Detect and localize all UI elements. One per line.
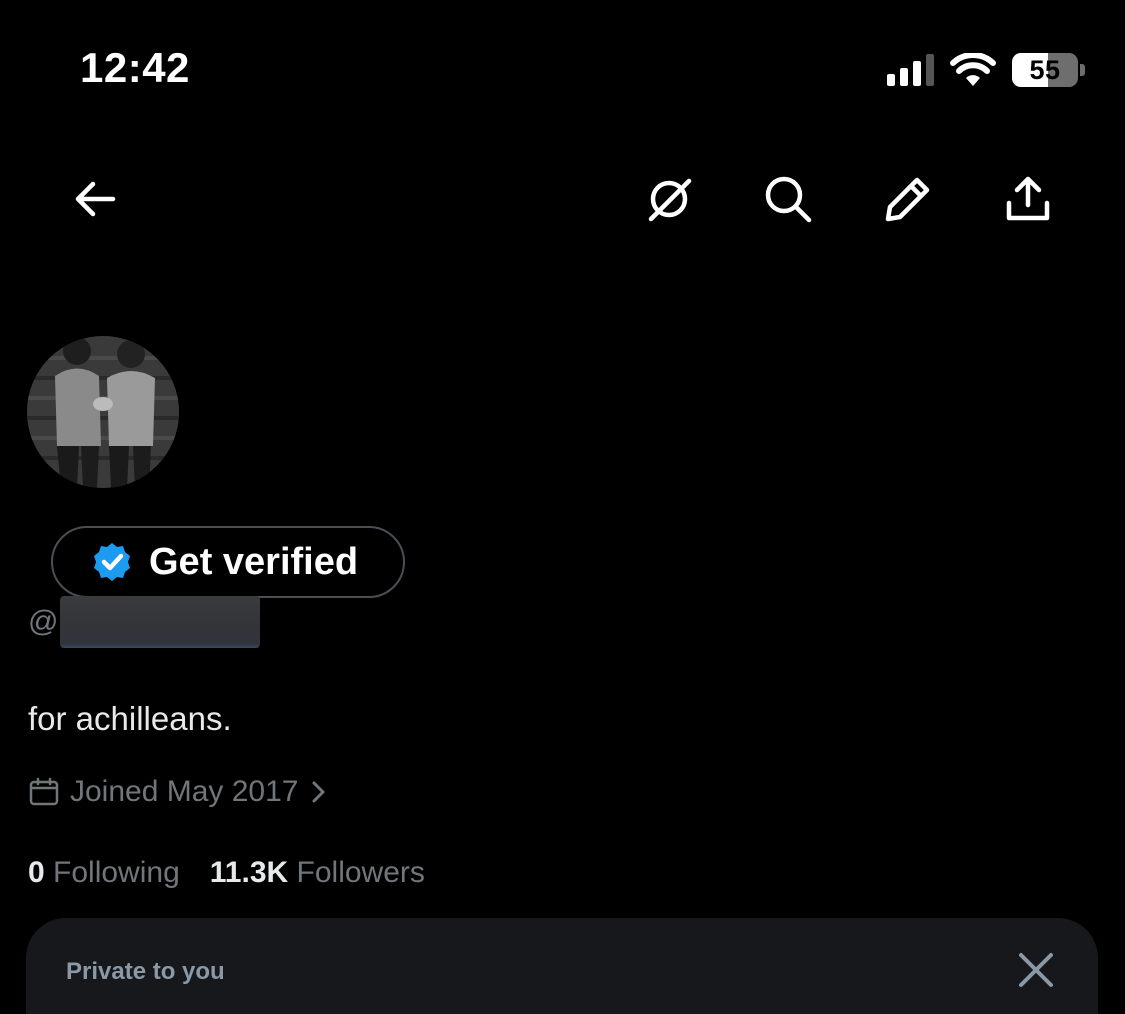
- back-button[interactable]: [64, 168, 126, 230]
- handle-redacted: [60, 596, 261, 648]
- get-verified-button[interactable]: Get verified: [51, 526, 405, 598]
- battery-percent: 55: [1029, 54, 1061, 85]
- chevron-right-icon: [312, 781, 324, 803]
- get-verified-label: Get verified: [149, 540, 359, 583]
- private-card: Private to you: [26, 918, 1098, 1014]
- wifi-icon: [950, 53, 996, 86]
- handle: @: [28, 596, 261, 648]
- search-button[interactable]: [757, 168, 819, 230]
- edit-pencil-icon: [885, 177, 930, 222]
- calendar-icon: [29, 777, 59, 806]
- share-icon: [1006, 176, 1050, 221]
- following-count: 0: [28, 856, 45, 889]
- following-label: Following: [53, 856, 180, 889]
- avatar[interactable]: [27, 336, 179, 488]
- back-arrow-icon: [75, 181, 116, 217]
- battery-cap: [1080, 64, 1085, 76]
- avatar-image: [27, 336, 179, 488]
- grok-button[interactable]: [638, 168, 700, 230]
- close-icon: [1019, 953, 1053, 987]
- joined-row[interactable]: Joined May 2017: [28, 772, 329, 812]
- search-icon: [765, 176, 812, 223]
- followers-label: Followers: [296, 856, 425, 889]
- grok-icon: [648, 178, 692, 222]
- signal-icon: [887, 54, 934, 86]
- verified-badge-icon: [94, 543, 130, 581]
- bio: for achilleans.: [28, 700, 232, 737]
- battery-icon: 55: [1012, 53, 1078, 87]
- profile-screen: 12:42 55 Get verified @ for achilleans. …: [0, 0, 1125, 1014]
- followers-count: 11.3K: [209, 856, 289, 889]
- close-button[interactable]: [1016, 950, 1056, 990]
- handle-at-sign: @: [28, 605, 59, 638]
- edit-button[interactable]: [877, 168, 939, 230]
- followers-stat[interactable]: 11.3K Followers: [210, 856, 425, 890]
- private-card-title: Private to you: [66, 958, 225, 985]
- joined-date: Joined May 2017: [70, 775, 299, 808]
- share-button[interactable]: [997, 168, 1059, 230]
- status-time: 12:42: [80, 44, 190, 91]
- following-stat[interactable]: 0 Following: [28, 856, 180, 890]
- follow-stats: 0 Following 11.3K Followers: [28, 856, 425, 890]
- status-icons: 55: [887, 50, 1085, 90]
